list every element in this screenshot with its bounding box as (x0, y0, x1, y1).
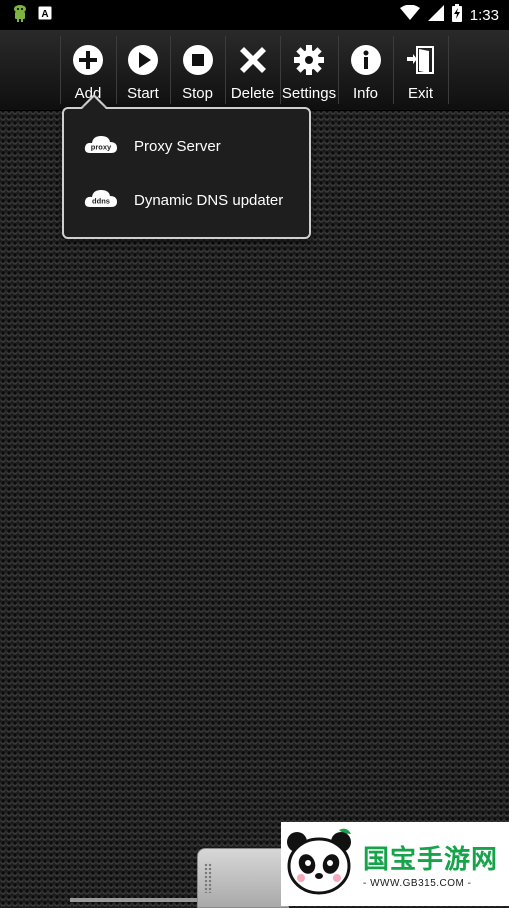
menu-item-proxy-server[interactable]: proxy Proxy Server (84, 126, 304, 166)
delete-button[interactable]: Delete (225, 30, 280, 110)
battery-charging-icon (451, 3, 462, 27)
plus-circle-icon (72, 42, 104, 78)
panda-logo-icon (281, 824, 357, 905)
x-icon (237, 42, 269, 78)
keyboard-a-icon: A (38, 6, 52, 25)
android-debug-icon (12, 4, 28, 27)
grip-icon (204, 863, 212, 893)
toolbar-separator (448, 36, 449, 104)
play-circle-icon (127, 42, 159, 78)
delete-button-label: Delete (230, 85, 275, 102)
exit-button[interactable]: Exit (393, 30, 448, 110)
watermark: 国宝手游网 - WWW.GB315.COM - (281, 822, 509, 906)
ddns-cloud-icon: ddns (84, 187, 118, 214)
wifi-icon (399, 4, 420, 26)
menu-item-dynamic-dns-updater[interactable]: ddns Dynamic DNS updater (84, 180, 304, 220)
info-button[interactable]: Info (338, 30, 393, 110)
settings-button-label: Settings (281, 85, 337, 102)
exit-button-label: Exit (407, 85, 433, 102)
start-button-label: Start (127, 85, 159, 102)
stop-button-label: Stop (182, 85, 213, 102)
ddns-icon-text: ddns (92, 196, 110, 205)
toolbar: Add Start Stop Delete Settings Info Exit (0, 30, 509, 111)
settings-button[interactable]: Settings (280, 30, 338, 110)
watermark-brand: 国宝手游网 (363, 844, 499, 874)
info-circle-icon (350, 42, 382, 78)
popup-arrow-inner (81, 97, 107, 110)
signal-icon (427, 4, 444, 26)
proxy-icon-text: proxy (91, 142, 112, 151)
gear-icon (293, 42, 325, 78)
add-menu-popup: proxy Proxy Server ddns Dynamic DNS upda… (62, 107, 311, 239)
watermark-site: - WWW.GB315.COM - (363, 878, 472, 889)
drawer-handle[interactable] (197, 848, 289, 908)
proxy-cloud-icon: proxy (84, 133, 118, 160)
status-bar: A 1:33 (0, 0, 509, 30)
stop-circle-icon (182, 42, 214, 78)
svg-text:A: A (41, 9, 48, 20)
menu-item-label: Dynamic DNS updater (134, 191, 284, 209)
watermark-text: 国宝手游网 - WWW.GB315.COM - (363, 839, 498, 889)
clock: 1:33 (469, 6, 499, 24)
menu-item-label: Proxy Server (134, 137, 221, 155)
start-button[interactable]: Start (116, 30, 170, 110)
info-button-label: Info (352, 85, 379, 102)
exit-door-icon (405, 42, 437, 78)
stop-button[interactable]: Stop (170, 30, 225, 110)
